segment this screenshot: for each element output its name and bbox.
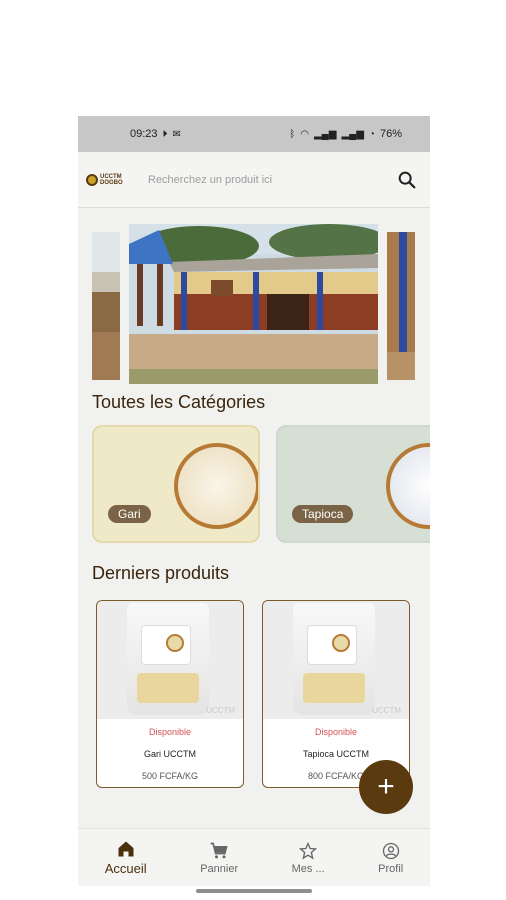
category-list: Gari Tapioca [78, 425, 430, 543]
availability-status: Disponible [314, 727, 358, 737]
bag-label [307, 625, 357, 665]
category-card-gari[interactable]: Gari [92, 425, 260, 543]
app-logo: UCCTM DOGBO [86, 170, 132, 190]
product-image: UCCTM [97, 601, 243, 719]
wifi-icon: ◠ [300, 128, 309, 140]
status-time: 09:23 [130, 128, 158, 140]
category-label: Gari [108, 505, 151, 523]
carousel-slide-current[interactable] [129, 224, 378, 384]
logo-text: UCCTM [100, 173, 122, 180]
search-input[interactable] [148, 173, 396, 186]
category-label: Tapioca [292, 505, 354, 523]
nav-label: Accueil [104, 861, 147, 876]
category-card-tapioca[interactable]: Tapioca [276, 425, 430, 543]
home-icon [118, 841, 134, 857]
bag-content [137, 673, 199, 703]
media-icon: ⏵ [162, 128, 168, 140]
add-button[interactable]: + [359, 760, 413, 814]
nav-label: Mes ... [291, 862, 325, 875]
status-bar: 09:23 ⏵ ✉ ᛒ ◠ ▂▄▆ ▂▄▆ ◔ 76% [78, 116, 430, 152]
logo-subtext: DOGBO [100, 179, 123, 186]
product-name: Gari UCCTM [144, 749, 196, 759]
bag-label [141, 625, 191, 665]
search-bar: UCCTM DOGBO [78, 152, 430, 208]
battery-icon: ◔ [368, 128, 375, 140]
availability-status: Disponible [148, 727, 192, 737]
watermark: UCCTM [372, 706, 401, 715]
nav-item-pannier[interactable]: Pannier [200, 841, 238, 875]
banner-carousel[interactable] [78, 224, 430, 392]
nav-item-profil[interactable]: Profil [378, 841, 403, 875]
product-price: 500 FCFA/KG [141, 771, 199, 781]
watermark: UCCTM [206, 706, 235, 715]
battery-level: 76% [379, 128, 402, 140]
product-bag-image [127, 603, 209, 715]
bottom-navigation: Accueil Pannier Mes ... Profil [78, 828, 430, 886]
product-list: UCCTM Disponible Gari UCCTM 500 FCFA/KG … [78, 600, 430, 788]
bluetooth-icon: ᛒ [289, 128, 296, 140]
nav-label: Pannier [200, 862, 239, 875]
cart-icon [210, 842, 228, 858]
gari-bowl-image [174, 443, 258, 529]
logo-mark-icon [86, 173, 98, 186]
tapioca-bowl-image [386, 443, 430, 529]
bag-content [303, 673, 365, 703]
star-icon [298, 841, 318, 860]
building-photo [129, 224, 378, 384]
profile-icon [382, 842, 399, 859]
signal-2-icon: ▂▄▆ [341, 128, 364, 140]
message-icon: ✉ [172, 128, 181, 140]
carousel-slide-next[interactable] [387, 232, 415, 380]
product-name: Tapioca UCCTM [302, 749, 369, 759]
product-bag-image [293, 603, 375, 715]
categories-title: Toutes les Catégories [92, 392, 266, 412]
product-card[interactable]: UCCTM Disponible Gari UCCTM 500 FCFA/KG [96, 600, 244, 788]
product-image: UCCTM [263, 601, 409, 719]
nav-label: Profil [378, 862, 404, 875]
nav-item-mes[interactable]: Mes ... [292, 841, 325, 875]
home-indicator[interactable] [196, 889, 312, 893]
slide-next-image [387, 232, 415, 380]
phone-screen: 09:23 ⏵ ✉ ᛒ ◠ ▂▄▆ ▂▄▆ ◔ 76% UCCTM DOGBO [78, 116, 430, 886]
latest-products-title: Derniers produits [92, 563, 230, 583]
search-icon[interactable] [396, 169, 418, 191]
slide-previous-image [92, 232, 120, 380]
signal-icon: ▂▄▆ [313, 128, 337, 140]
nav-item-accueil[interactable]: Accueil [105, 839, 147, 876]
carousel-slide-previous[interactable] [92, 232, 120, 380]
